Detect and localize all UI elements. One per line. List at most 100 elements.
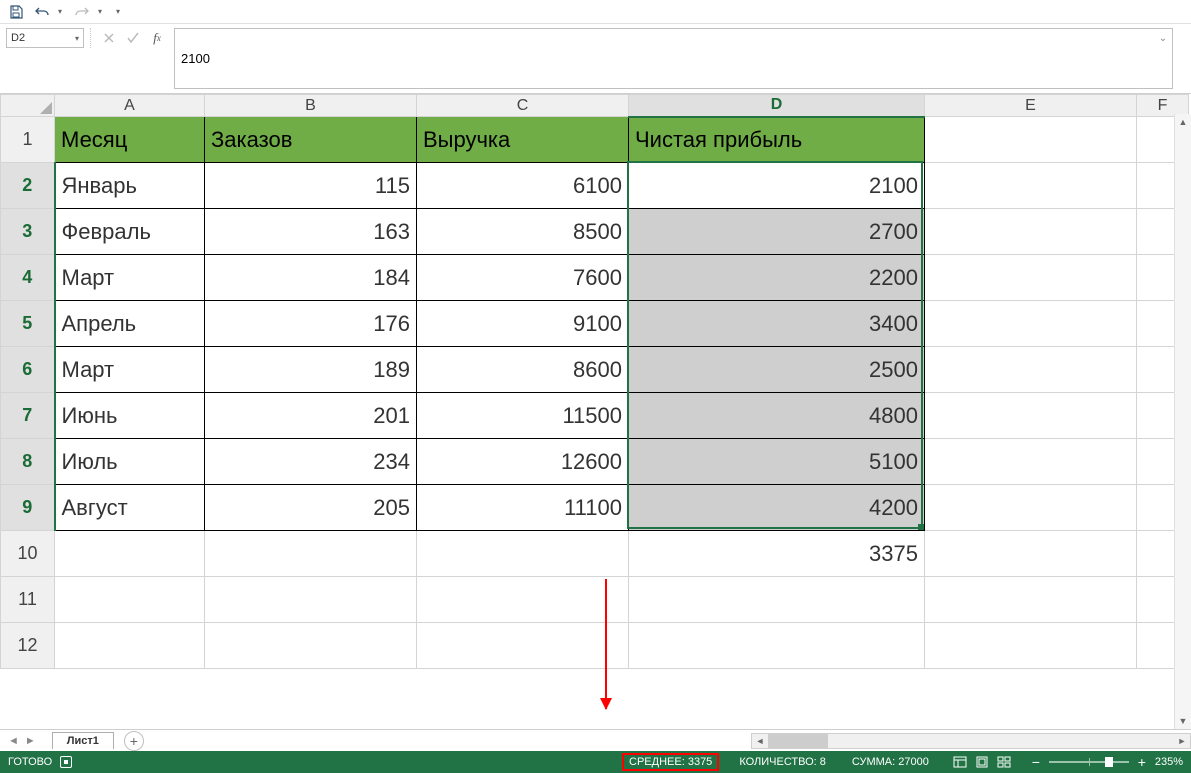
cell-E5[interactable] [925, 301, 1137, 347]
cell-D6[interactable]: 2500 [629, 347, 925, 393]
cell-B1[interactable]: Заказов [205, 117, 417, 163]
formula-input[interactable] [175, 29, 1172, 88]
cell-C6[interactable]: 8600 [417, 347, 629, 393]
cell-A4[interactable]: Март [55, 255, 205, 301]
save-button[interactable] [6, 2, 26, 22]
column-header-C[interactable]: C [417, 95, 629, 117]
cell-D10[interactable]: 3375 [629, 531, 925, 577]
row-header-3[interactable]: 3 [1, 209, 55, 255]
macro-record-icon[interactable] [60, 756, 72, 768]
add-sheet-button[interactable]: + [124, 731, 144, 751]
cell-E9[interactable] [925, 485, 1137, 531]
cell-E8[interactable] [925, 439, 1137, 485]
cell-B6[interactable]: 189 [205, 347, 417, 393]
cell-A2[interactable]: Январь [55, 163, 205, 209]
row-header-11[interactable]: 11 [1, 577, 55, 623]
name-box[interactable]: D2 ▾ [6, 28, 84, 48]
cell-C11[interactable] [417, 577, 629, 623]
redo-button[interactable] [72, 2, 92, 22]
cell-C10[interactable] [417, 531, 629, 577]
cell-D5[interactable]: 3400 [629, 301, 925, 347]
cell-A6[interactable]: Март [55, 347, 205, 393]
cell-E6[interactable] [925, 347, 1137, 393]
cell-B9[interactable]: 205 [205, 485, 417, 531]
cell-D8[interactable]: 5100 [629, 439, 925, 485]
cell-B11[interactable] [205, 577, 417, 623]
row-header-10[interactable]: 10 [1, 531, 55, 577]
cell-E2[interactable] [925, 163, 1137, 209]
cell-D7[interactable]: 4800 [629, 393, 925, 439]
zoom-in-button[interactable]: + [1135, 754, 1149, 770]
cell-B10[interactable] [205, 531, 417, 577]
cell-E1[interactable] [925, 117, 1137, 163]
column-header-B[interactable]: B [205, 95, 417, 117]
cell-B12[interactable] [205, 623, 417, 669]
enter-formula-button[interactable] [122, 28, 144, 48]
cell-B5[interactable]: 176 [205, 301, 417, 347]
cell-C1[interactable]: Выручка [417, 117, 629, 163]
cell-A11[interactable] [55, 577, 205, 623]
cell-C4[interactable]: 7600 [417, 255, 629, 301]
column-header-A[interactable]: A [55, 95, 205, 117]
cell-C12[interactable] [417, 623, 629, 669]
row-header-6[interactable]: 6 [1, 347, 55, 393]
cell-A3[interactable]: Февраль [55, 209, 205, 255]
worksheet-grid[interactable]: ABCDEF1МесяцЗаказовВыручкаЧистая прибыль… [0, 94, 1191, 729]
row-header-7[interactable]: 7 [1, 393, 55, 439]
zoom-slider[interactable] [1049, 761, 1129, 763]
cell-A10[interactable] [55, 531, 205, 577]
undo-dropdown[interactable]: ▾ [58, 7, 66, 16]
cell-A1[interactable]: Месяц [55, 117, 205, 163]
row-header-1[interactable]: 1 [1, 117, 55, 163]
column-header-D[interactable]: D [629, 95, 925, 117]
row-header-9[interactable]: 9 [1, 485, 55, 531]
row-header-12[interactable]: 12 [1, 623, 55, 669]
view-normal-button[interactable] [949, 754, 971, 770]
sheet-tab[interactable]: Лист1 [52, 732, 114, 749]
row-header-2[interactable]: 2 [1, 163, 55, 209]
cell-B8[interactable]: 234 [205, 439, 417, 485]
row-header-8[interactable]: 8 [1, 439, 55, 485]
zoom-level[interactable]: 235% [1155, 756, 1183, 768]
horizontal-scrollbar[interactable]: ◄ ► [751, 733, 1191, 749]
cell-D4[interactable]: 2200 [629, 255, 925, 301]
cell-D3[interactable]: 2700 [629, 209, 925, 255]
zoom-out-button[interactable]: − [1029, 754, 1043, 770]
qat-customize[interactable]: ▾ [116, 7, 124, 16]
cell-A9[interactable]: Август [55, 485, 205, 531]
view-page-layout-button[interactable] [971, 754, 993, 770]
row-header-4[interactable]: 4 [1, 255, 55, 301]
cell-C3[interactable]: 8500 [417, 209, 629, 255]
cell-C8[interactable]: 12600 [417, 439, 629, 485]
insert-function-button[interactable]: fx [146, 28, 168, 48]
vertical-scrollbar[interactable]: ▲ ▼ [1174, 114, 1191, 729]
cell-B3[interactable]: 163 [205, 209, 417, 255]
cell-E11[interactable] [925, 577, 1137, 623]
sheet-nav-next[interactable]: ► [23, 735, 38, 747]
cell-E10[interactable] [925, 531, 1137, 577]
cell-B4[interactable]: 184 [205, 255, 417, 301]
cell-C5[interactable]: 9100 [417, 301, 629, 347]
select-all-corner[interactable] [1, 95, 55, 117]
column-header-E[interactable]: E [925, 95, 1137, 117]
cell-E4[interactable] [925, 255, 1137, 301]
cell-D11[interactable] [629, 577, 925, 623]
cell-C2[interactable]: 6100 [417, 163, 629, 209]
cell-E12[interactable] [925, 623, 1137, 669]
view-page-break-button[interactable] [993, 754, 1015, 770]
cell-D12[interactable] [629, 623, 925, 669]
cancel-formula-button[interactable] [98, 28, 120, 48]
cell-E3[interactable] [925, 209, 1137, 255]
name-box-dropdown[interactable]: ▾ [75, 34, 79, 43]
redo-dropdown[interactable]: ▾ [98, 7, 106, 16]
cell-A12[interactable] [55, 623, 205, 669]
cell-D9[interactable]: 4200 [629, 485, 925, 531]
cell-A7[interactable]: Июнь [55, 393, 205, 439]
row-header-5[interactable]: 5 [1, 301, 55, 347]
cell-B7[interactable]: 201 [205, 393, 417, 439]
sheet-nav-prev[interactable]: ◄ [6, 735, 21, 747]
cell-E7[interactable] [925, 393, 1137, 439]
cell-C9[interactable]: 11100 [417, 485, 629, 531]
cell-A5[interactable]: Апрель [55, 301, 205, 347]
cell-B2[interactable]: 115 [205, 163, 417, 209]
